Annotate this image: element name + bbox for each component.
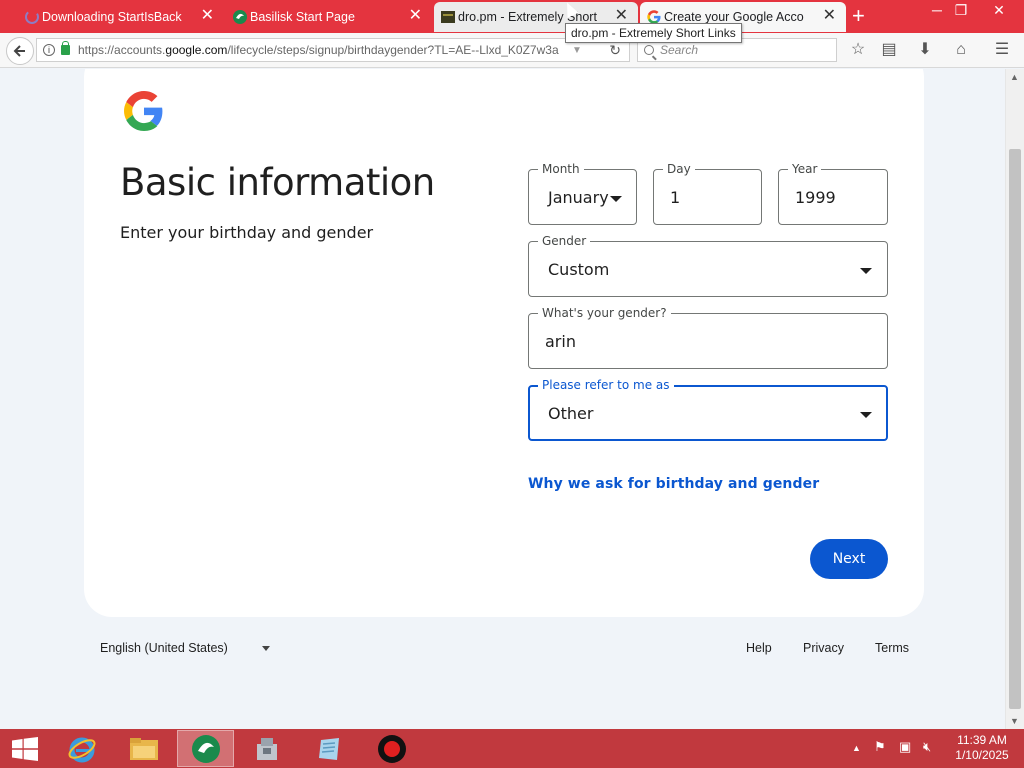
home-icon[interactable]: ⌂	[951, 41, 971, 59]
page-content: Basic information Enter your birthday an…	[0, 69, 1005, 729]
url-host: google.com	[165, 43, 228, 57]
tab-label: Downloading StartIsBack 1	[42, 10, 182, 24]
volume-muted-icon[interactable]: 🔇︎	[923, 739, 931, 755]
file-explorer-taskbar-item[interactable]	[115, 730, 172, 767]
clock-date: 1/10/2025	[955, 748, 1009, 762]
help-link[interactable]: Help	[746, 641, 772, 655]
close-icon[interactable]: ✕	[823, 8, 836, 24]
year-label: Year	[788, 162, 822, 176]
page-subtitle: Enter your birthday and gender	[120, 223, 374, 242]
signup-card: Basic information Enter your birthday an…	[84, 69, 924, 617]
basilisk-icon	[233, 10, 247, 24]
bookmark-star-icon[interactable]: ☆	[848, 41, 868, 59]
scroll-thumb[interactable]	[1009, 149, 1021, 709]
installer-taskbar-item[interactable]	[239, 730, 296, 767]
tab-basilisk-start-page[interactable]: Basilisk Start Page ✕	[226, 2, 432, 32]
chevron-down-icon	[860, 268, 872, 274]
url-path: /lifecycle/steps/signup/birthdaygender?T…	[227, 43, 559, 57]
month-label: Month	[538, 162, 584, 176]
next-button[interactable]: Next	[810, 539, 888, 579]
url-dropdown-icon[interactable]: ▼	[572, 45, 582, 56]
month-value: January	[548, 188, 609, 207]
gender-value: Custom	[548, 260, 610, 279]
pronoun-select[interactable]: Please refer to me as Other	[528, 378, 888, 441]
year-input[interactable]: Year 1999	[778, 162, 888, 225]
close-icon[interactable]: ✕	[201, 8, 214, 24]
why-we-ask-link[interactable]: Why we ask for birthday and gender	[528, 476, 819, 492]
day-label: Day	[663, 162, 695, 176]
gender-label: Gender	[538, 234, 591, 248]
restore-button[interactable]: ❐	[946, 2, 976, 19]
page-title: Basic information	[120, 161, 435, 204]
windows-logo-icon	[12, 736, 38, 761]
taskbar: ▲ ⚑ ▣ 🔇︎ 11:39 AM 1/10/2025	[0, 729, 1024, 768]
url-text[interactable]: https://accounts.google.com/lifecycle/st…	[78, 43, 566, 57]
internet-explorer-taskbar-item[interactable]	[53, 730, 110, 767]
dro-pm-icon	[441, 11, 455, 23]
chevron-down-icon	[261, 645, 270, 651]
language-label: English (United States)	[100, 641, 228, 655]
installer-icon	[256, 737, 277, 760]
scroll-down-arrow-icon[interactable]: ▼	[1010, 716, 1019, 726]
network-icon[interactable]: ▣	[899, 739, 911, 755]
downloads-icon[interactable]: ⬇	[915, 41, 935, 59]
reading-list-icon[interactable]: ▤	[879, 41, 899, 59]
navigation-bar: i https://accounts.google.com/lifecycle/…	[0, 33, 1024, 68]
tab-tooltip: dro.pm - Extremely Short Links	[565, 23, 742, 43]
internet-explorer-icon	[68, 737, 95, 762]
tab-bar: Downloading StartIsBack 1 ✕ Basilisk Sta…	[0, 0, 1024, 33]
folder-icon	[129, 737, 158, 760]
custom-gender-label: What's your gender?	[538, 306, 671, 320]
search-icon	[644, 45, 654, 55]
tab-label: Basilisk Start Page	[250, 10, 355, 24]
chevron-down-icon	[860, 412, 872, 418]
clock-time: 11:39 AM	[957, 733, 1007, 747]
show-hidden-icons-icon[interactable]: ▲	[852, 743, 861, 753]
new-tab-button[interactable]: +	[852, 5, 865, 27]
day-value: 1	[670, 188, 681, 207]
chevron-down-icon	[610, 196, 622, 202]
tab-downloading-startisback[interactable]: Downloading StartIsBack 1 ✕	[18, 2, 224, 32]
vertical-scrollbar[interactable]: ▲ ▼	[1005, 69, 1024, 729]
lock-icon[interactable]	[61, 41, 70, 55]
scroll-up-arrow-icon[interactable]: ▲	[1010, 72, 1019, 82]
privacy-link[interactable]: Privacy	[803, 641, 844, 655]
address-bar[interactable]: i https://accounts.google.com/lifecycle/…	[36, 38, 630, 62]
close-icon[interactable]: ✕	[409, 8, 422, 24]
google-logo-icon	[124, 91, 163, 131]
day-input[interactable]: Day 1	[653, 162, 762, 225]
action-center-flag-icon[interactable]: ⚑	[874, 739, 886, 755]
basilisk-icon	[191, 734, 220, 763]
terms-link[interactable]: Terms	[875, 641, 909, 655]
notes-taskbar-item[interactable]	[301, 730, 358, 767]
start-button[interactable]	[0, 729, 50, 768]
info-icon[interactable]: i	[43, 44, 55, 56]
basilisk-taskbar-item[interactable]	[177, 730, 234, 767]
back-button[interactable]	[6, 37, 34, 65]
back-arrow-icon	[13, 45, 25, 57]
search-placeholder: Search	[660, 43, 699, 57]
gender-select[interactable]: Gender Custom	[528, 234, 888, 297]
month-select[interactable]: Month January	[528, 162, 637, 225]
reload-icon[interactable]: ↻	[609, 42, 621, 59]
menu-icon[interactable]: ☰	[992, 41, 1012, 59]
system-clock[interactable]: 11:39 AM 1/10/2025	[946, 733, 1018, 763]
custom-gender-value: arin	[545, 332, 576, 351]
close-window-button[interactable]: ✕	[984, 2, 1014, 19]
recorder-taskbar-item[interactable]	[363, 730, 420, 767]
record-icon	[377, 734, 406, 763]
pronoun-value: Other	[548, 404, 594, 423]
notepad-icon	[318, 737, 339, 760]
custom-gender-input[interactable]: What's your gender? arin	[528, 306, 888, 369]
year-value: 1999	[795, 188, 836, 207]
url-prefix: https://accounts.	[78, 43, 166, 57]
language-selector[interactable]: English (United States)	[100, 641, 270, 655]
browser-loading-icon	[25, 10, 39, 24]
pronoun-label: Please refer to me as	[538, 378, 674, 392]
tab-label: Create your Google Accou	[664, 10, 804, 24]
close-icon[interactable]: ✕	[615, 8, 628, 24]
